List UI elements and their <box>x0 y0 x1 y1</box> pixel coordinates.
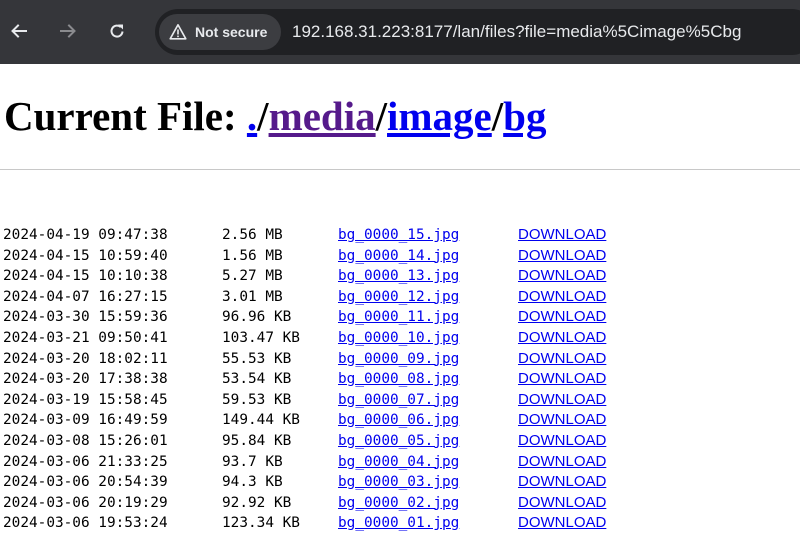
back-arrow-icon <box>11 24 27 38</box>
file-name-link[interactable]: bg_0000_02.jpg <box>338 493 459 514</box>
download-link[interactable]: DOWNLOAD <box>518 369 606 390</box>
file-row: 2024-03-20 17:38:38 53.54 KB bg_0000_08.… <box>3 369 800 390</box>
download-link[interactable]: DOWNLOAD <box>518 513 606 534</box>
file-row: 2024-03-06 19:53:24 123.34 KB bg_0000_01… <box>3 513 800 534</box>
file-size: 3.01 MB <box>222 288 283 305</box>
file-date: 2024-03-30 15:59:36 <box>3 309 168 326</box>
site-security-chip[interactable]: Not secure <box>159 14 281 50</box>
page-title: Current File: ./media/image/bg <box>4 92 546 140</box>
file-row: 2024-04-15 10:59:40 1.56 MB bg_0000_14.j… <box>3 246 800 267</box>
file-row: 2024-03-06 20:54:39 94.3 KB bg_0000_03.j… <box>3 472 800 493</box>
file-row: 2024-04-15 10:10:38 5.27 MB bg_0000_13.j… <box>3 266 800 287</box>
file-name-link[interactable]: bg_0000_01.jpg <box>338 513 459 534</box>
file-date: 2024-03-19 15:58:45 <box>3 391 168 408</box>
file-date: 2024-03-09 16:49:59 <box>3 412 168 429</box>
file-name-link[interactable]: bg_0000_08.jpg <box>338 369 459 390</box>
file-date: 2024-03-06 19:53:24 <box>3 515 168 532</box>
file-size: 2.56 MB <box>222 227 283 243</box>
download-link[interactable]: DOWNLOAD <box>518 431 606 452</box>
breadcrumb-media-link[interactable]: media <box>269 93 376 139</box>
file-size: 92.92 KB <box>222 494 292 511</box>
file-name-link[interactable]: bg_0000_03.jpg <box>338 472 459 493</box>
reload-button[interactable] <box>100 14 134 48</box>
file-row: 2024-03-21 09:50:41 103.47 KB bg_0000_10… <box>3 328 800 349</box>
forward-arrow-icon <box>60 24 76 38</box>
download-link[interactable]: DOWNLOAD <box>518 349 606 370</box>
file-size: 93.7 KB <box>222 453 283 470</box>
download-link[interactable]: DOWNLOAD <box>518 493 606 514</box>
file-size: 55.53 KB <box>222 350 292 367</box>
back-button[interactable] <box>2 14 36 48</box>
download-link[interactable]: DOWNLOAD <box>518 225 606 246</box>
file-name-link[interactable]: bg_0000_14.jpg <box>338 246 459 267</box>
security-label: Not secure <box>195 24 268 40</box>
file-row: 2024-03-08 15:26:01 95.84 KB bg_0000_05.… <box>3 431 800 452</box>
file-list: 2024-04-19 09:47:38 2.56 MB bg_0000_15.j… <box>3 225 800 534</box>
forward-button[interactable] <box>51 14 85 48</box>
file-name-link[interactable]: bg_0000_05.jpg <box>338 431 459 452</box>
file-name-link[interactable]: bg_0000_12.jpg <box>338 287 459 308</box>
file-date: 2024-04-07 16:27:15 <box>3 288 168 305</box>
file-size: 94.3 KB <box>222 474 283 491</box>
address-bar[interactable]: Not secure 192.168.31.223:8177/lan/files… <box>155 9 800 55</box>
file-name-link[interactable]: bg_0000_06.jpg <box>338 410 459 431</box>
browser-toolbar: Not secure 192.168.31.223:8177/lan/files… <box>0 0 800 64</box>
url-text[interactable]: 192.168.31.223:8177/lan/files?file=media… <box>292 9 741 55</box>
download-link[interactable]: DOWNLOAD <box>518 266 606 287</box>
file-date: 2024-04-19 09:47:38 <box>3 227 168 243</box>
file-date: 2024-03-20 17:38:38 <box>3 371 168 388</box>
breadcrumb-separator: / <box>375 93 388 139</box>
breadcrumb-separator: / <box>257 93 269 139</box>
file-size: 149.44 KB <box>222 412 300 429</box>
download-link[interactable]: DOWNLOAD <box>518 410 606 431</box>
download-link[interactable]: DOWNLOAD <box>518 287 606 308</box>
file-row: 2024-04-19 09:47:38 2.56 MB bg_0000_15.j… <box>3 225 800 246</box>
file-row: 2024-03-09 16:49:59 149.44 KB bg_0000_06… <box>3 410 800 431</box>
file-date: 2024-04-15 10:10:38 <box>3 268 168 285</box>
breadcrumb-separator: / <box>491 93 504 139</box>
file-row: 2024-04-07 16:27:15 3.01 MB bg_0000_12.j… <box>3 287 800 308</box>
file-date: 2024-03-06 21:33:25 <box>3 453 168 470</box>
file-row: 2024-03-30 15:59:36 96.96 KB bg_0000_11.… <box>3 307 800 328</box>
title-prefix: Current File: <box>4 93 247 139</box>
breadcrumb-image-link[interactable]: image <box>387 93 492 139</box>
file-size: 123.34 KB <box>222 515 300 532</box>
file-name-link[interactable]: bg_0000_10.jpg <box>338 328 459 349</box>
download-link[interactable]: DOWNLOAD <box>518 452 606 473</box>
file-name-link[interactable]: bg_0000_09.jpg <box>338 349 459 370</box>
file-size: 1.56 MB <box>222 247 283 264</box>
file-row: 2024-03-06 20:19:29 92.92 KB bg_0000_02.… <box>3 493 800 514</box>
file-row: 2024-03-19 15:58:45 59.53 KB bg_0000_07.… <box>3 390 800 411</box>
file-name-link[interactable]: bg_0000_07.jpg <box>338 390 459 411</box>
divider <box>0 169 800 170</box>
file-row: 2024-03-20 18:02:11 55.53 KB bg_0000_09.… <box>3 349 800 370</box>
file-size: 59.53 KB <box>222 391 292 408</box>
file-name-link[interactable]: bg_0000_15.jpg <box>338 225 459 246</box>
download-link[interactable]: DOWNLOAD <box>518 472 606 493</box>
file-size: 53.54 KB <box>222 371 292 388</box>
file-date: 2024-03-06 20:19:29 <box>3 494 168 511</box>
file-size: 103.47 KB <box>222 329 300 346</box>
file-date: 2024-03-20 18:02:11 <box>3 350 168 367</box>
download-link[interactable]: DOWNLOAD <box>518 390 606 411</box>
warning-triangle-icon <box>169 23 187 41</box>
file-name-link[interactable]: bg_0000_11.jpg <box>338 307 459 328</box>
download-link[interactable]: DOWNLOAD <box>518 307 606 328</box>
file-date: 2024-03-21 09:50:41 <box>3 329 168 346</box>
file-size: 96.96 KB <box>222 309 292 326</box>
file-size: 5.27 MB <box>222 268 283 285</box>
file-date: 2024-03-06 20:54:39 <box>3 474 168 491</box>
breadcrumb-root-link[interactable]: . <box>247 93 257 139</box>
file-date: 2024-04-15 10:59:40 <box>3 247 168 264</box>
file-date: 2024-03-08 15:26:01 <box>3 432 168 449</box>
file-row: 2024-03-06 21:33:25 93.7 KB bg_0000_04.j… <box>3 452 800 473</box>
reload-icon <box>110 24 124 38</box>
file-size: 95.84 KB <box>222 432 292 449</box>
breadcrumb-bg-link[interactable]: bg <box>503 93 546 139</box>
file-name-link[interactable]: bg_0000_13.jpg <box>338 266 459 287</box>
file-name-link[interactable]: bg_0000_04.jpg <box>338 452 459 473</box>
download-link[interactable]: DOWNLOAD <box>518 246 606 267</box>
download-link[interactable]: DOWNLOAD <box>518 328 606 349</box>
